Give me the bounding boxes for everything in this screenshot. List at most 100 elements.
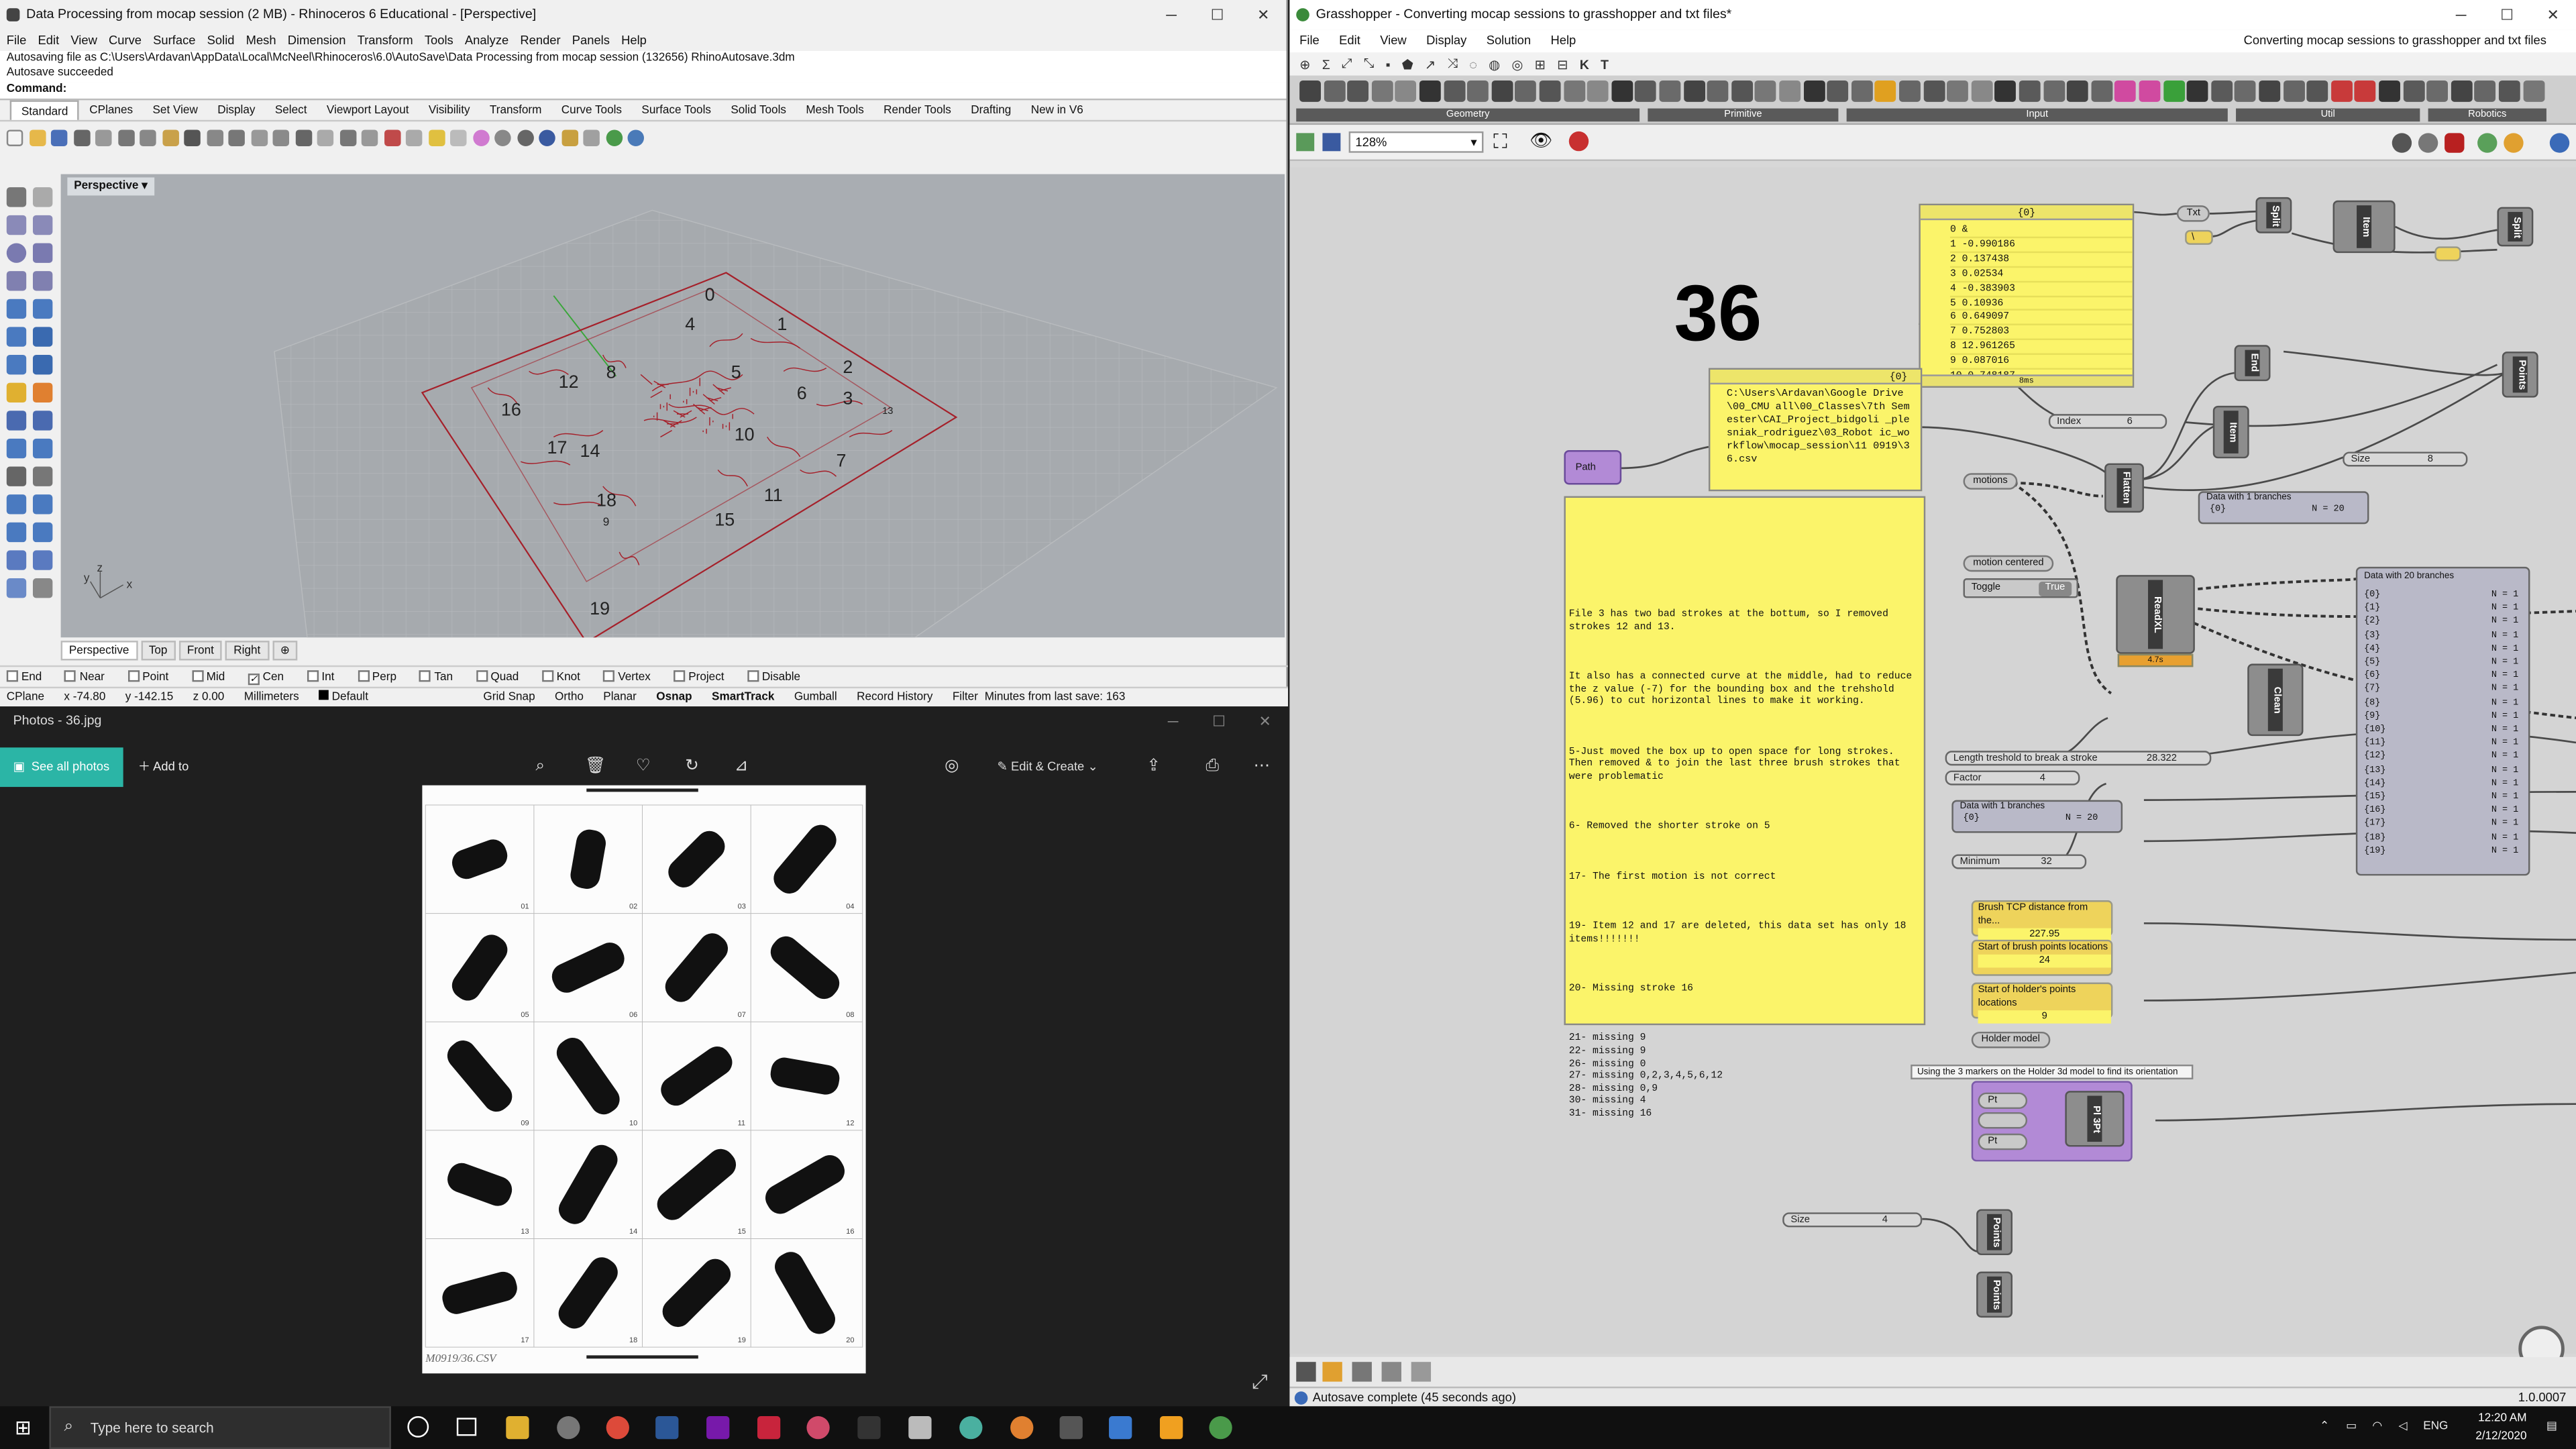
zoom-icon[interactable]	[250, 129, 267, 146]
plugin-tab-icon[interactable]: ◎	[1511, 56, 1523, 71]
sketch-icon[interactable]	[1568, 131, 1589, 152]
fillet-icon[interactable]	[32, 382, 53, 403]
data-1-branches-panel[interactable]: Data with 1 branches {0} N = 20	[2198, 491, 2369, 525]
pt-param-1[interactable]: Pt	[1978, 1092, 2028, 1110]
document-preview-icon[interactable]	[2477, 133, 2498, 153]
gh-menu-file[interactable]: File	[1299, 30, 1320, 52]
command-line[interactable]: Command:	[0, 82, 1287, 101]
osnap-knot[interactable]: Knot	[541, 667, 592, 686]
more-icon[interactable]: ⋯	[1254, 747, 1270, 787]
osnap-int[interactable]: Int	[307, 667, 345, 686]
properties-icon[interactable]	[95, 129, 112, 146]
osnap-vertex[interactable]: Vertex	[603, 667, 662, 686]
fullscreen-icon[interactable]: ⤢	[1252, 1370, 1268, 1395]
mesh-quality-icon[interactable]	[2504, 133, 2524, 153]
tab-set-view[interactable]: Set View	[143, 100, 208, 119]
ribbon-tool-icon[interactable]	[2235, 80, 2257, 102]
path-panel[interactable]: {0} C:\Users\Ardavan\Google Drive\00_CMU…	[1708, 368, 1923, 492]
osnap-perp[interactable]: Perp	[357, 667, 408, 686]
ribbon-tool-icon[interactable]	[1947, 80, 1969, 102]
scale-icon[interactable]	[32, 438, 53, 459]
curve-icon[interactable]	[6, 271, 27, 291]
menu-file[interactable]: File	[7, 30, 27, 51]
ribbon-tool-icon[interactable]	[1755, 80, 1777, 102]
item-component-1[interactable]: Item	[2332, 200, 2396, 254]
motions-param[interactable]: motions	[1963, 473, 2018, 490]
menu-solid[interactable]: Solid	[207, 30, 235, 51]
battery-icon[interactable]: ▭	[2346, 1406, 2357, 1449]
render-icon[interactable]	[517, 129, 533, 146]
ribbon-tool-icon[interactable]	[1563, 80, 1585, 102]
ribbon-tool-icon[interactable]	[1515, 80, 1537, 102]
viewport-tab-top[interactable]: Top	[140, 641, 176, 661]
status-record-history[interactable]: Record History	[857, 688, 932, 706]
tool-icon-2[interactable]	[1381, 1362, 1401, 1382]
points-component-2[interactable]: Points	[1976, 1209, 2013, 1256]
maximize-icon[interactable]: ☐	[2484, 0, 2530, 30]
gh-menu-view[interactable]: View	[1380, 30, 1406, 52]
point-icon[interactable]	[32, 187, 53, 207]
boolean-icon[interactable]	[6, 382, 27, 403]
kuka-tab-icon[interactable]: K	[1580, 56, 1589, 71]
circle-icon[interactable]	[6, 243, 27, 263]
viewport-tab-perspective[interactable]: Perspective	[60, 641, 138, 661]
close-icon[interactable]: ✕	[1242, 706, 1288, 736]
toggle-component[interactable]: Toggle True	[1963, 578, 2078, 598]
preview-wire-icon[interactable]	[2392, 133, 2412, 153]
curve-tab-icon[interactable]: ▪	[1386, 56, 1391, 71]
status-gumball[interactable]: Gumball	[794, 688, 837, 706]
ribbon-tool-icon[interactable]	[2043, 80, 2065, 102]
add-viewport-icon[interactable]: ⊕	[272, 641, 299, 661]
ribbon-tool-icon[interactable]	[1371, 80, 1393, 102]
viewport-tab-front[interactable]: Front	[178, 641, 223, 661]
hide-icon[interactable]	[450, 129, 467, 146]
ribbon-tool-icon[interactable]	[1443, 80, 1465, 102]
rotate-icon[interactable]: ↻	[685, 747, 699, 787]
holder-start-panel[interactable]: Start of holder's points locations 9	[1971, 982, 2113, 1024]
chrome-icon[interactable]	[606, 1416, 629, 1440]
menu-render[interactable]: Render	[520, 30, 560, 51]
ribbon-tool-icon[interactable]	[2451, 80, 2473, 102]
volume-icon[interactable]: ◁	[2399, 1406, 2408, 1449]
minimize-icon[interactable]: ─	[1148, 0, 1195, 30]
ribbon-tool-icon[interactable]	[1347, 80, 1369, 102]
path-param[interactable]: Path	[1564, 450, 1622, 485]
open-file-icon[interactable]	[1296, 133, 1315, 152]
new-icon[interactable]	[6, 129, 23, 146]
ribbon-tool-icon[interactable]	[1923, 80, 1945, 102]
tab-new-in-v6[interactable]: New in V6	[1021, 100, 1093, 119]
arc-icon[interactable]	[32, 243, 53, 263]
color-icon[interactable]	[472, 129, 489, 146]
windows-start-icon[interactable]: ⊞	[15, 1416, 32, 1439]
menu-dimension[interactable]: Dimension	[288, 30, 346, 51]
taskbar-search[interactable]: ⌕ Type here to search	[49, 1406, 391, 1449]
crop-icon[interactable]: ⊿	[735, 747, 749, 787]
app-icon-5[interactable]	[1010, 1416, 1034, 1440]
copy-icon[interactable]	[140, 129, 156, 146]
tcp-distance-panel[interactable]: Brush TCP distance from the... 227.95	[1971, 900, 2113, 942]
ribbon-tool-icon[interactable]	[1803, 80, 1825, 102]
ribbon-tool-icon[interactable]	[2091, 80, 2112, 102]
ribbon-tool-icon[interactable]	[1899, 80, 1921, 102]
ribbon-tool-icon[interactable]	[1587, 80, 1609, 102]
ribbon-tool-icon[interactable]	[1779, 80, 1801, 102]
perspective-viewport[interactable]: 0 1 2 3 4 5 6 7 8 9 10 11 12 13 14 15 16…	[60, 174, 1285, 638]
select-arrow-icon[interactable]	[6, 187, 27, 207]
maths-tab-icon[interactable]: Σ	[1322, 56, 1330, 71]
size-slider[interactable]: Size 8	[2343, 451, 2468, 467]
mesh-icon[interactable]	[32, 354, 53, 375]
box-icon[interactable]	[6, 327, 27, 347]
cortana-icon[interactable]	[407, 1416, 429, 1438]
canvas-settings-icon[interactable]	[2549, 133, 2570, 153]
end-component[interactable]: End	[2234, 345, 2271, 382]
add-to-button[interactable]: ＋ Add to	[138, 747, 189, 787]
ribbon-tool-icon[interactable]	[2306, 80, 2328, 102]
points-component-1[interactable]: Points	[2502, 352, 2538, 398]
tab-curve-tools[interactable]: Curve Tools	[551, 100, 632, 119]
zoom-window-icon[interactable]	[272, 129, 290, 146]
display-tab-icon[interactable]: ◍	[1489, 56, 1500, 71]
ribbon-tool-icon[interactable]	[1971, 80, 1993, 102]
polyline-icon[interactable]	[6, 215, 27, 235]
preview-icon[interactable]: 👁	[1529, 129, 1552, 151]
minimum-slider[interactable]: Minimum 32	[1951, 854, 2087, 869]
